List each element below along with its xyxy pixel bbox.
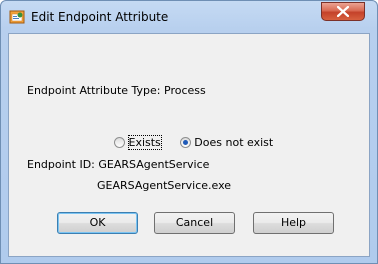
window-app-icon bbox=[9, 9, 25, 25]
endpoint-id-label: Endpoint ID: bbox=[27, 158, 95, 171]
cancel-button[interactable]: Cancel bbox=[154, 212, 235, 234]
radio-exists-label[interactable]: Exists bbox=[127, 135, 162, 150]
close-icon bbox=[337, 6, 349, 17]
radio-exists[interactable] bbox=[114, 137, 125, 148]
ok-button[interactable]: OK bbox=[57, 212, 138, 234]
attribute-type-row: Endpoint Attribute Type: Process bbox=[27, 84, 206, 98]
dialog-content: Endpoint Attribute Type: Process Exists … bbox=[8, 33, 370, 257]
radio-does-not-exist-label[interactable]: Does not exist bbox=[194, 136, 273, 149]
help-button[interactable]: Help bbox=[253, 212, 334, 234]
attribute-type-value: Process bbox=[164, 84, 206, 97]
attribute-type-label: Endpoint Attribute Type: bbox=[27, 84, 161, 97]
dialog-window: Edit Endpoint Attribute Endpoint Attribu… bbox=[0, 0, 378, 264]
title-bar[interactable]: Edit Endpoint Attribute bbox=[1, 1, 377, 33]
endpoint-id-row: Endpoint ID: GEARSAgentService bbox=[27, 158, 209, 172]
close-button[interactable] bbox=[321, 2, 365, 21]
radio-does-not-exist[interactable] bbox=[179, 137, 191, 148]
endpoint-id-value-1: GEARSAgentService bbox=[98, 158, 210, 171]
window-title: Edit Endpoint Attribute bbox=[31, 10, 169, 24]
endpoint-id-value-2: GEARSAgentService.exe bbox=[97, 179, 232, 192]
endpoint-id-row-2: GEARSAgentService.exe bbox=[97, 179, 231, 193]
existence-radio-group: Exists Does not exist bbox=[114, 135, 273, 150]
